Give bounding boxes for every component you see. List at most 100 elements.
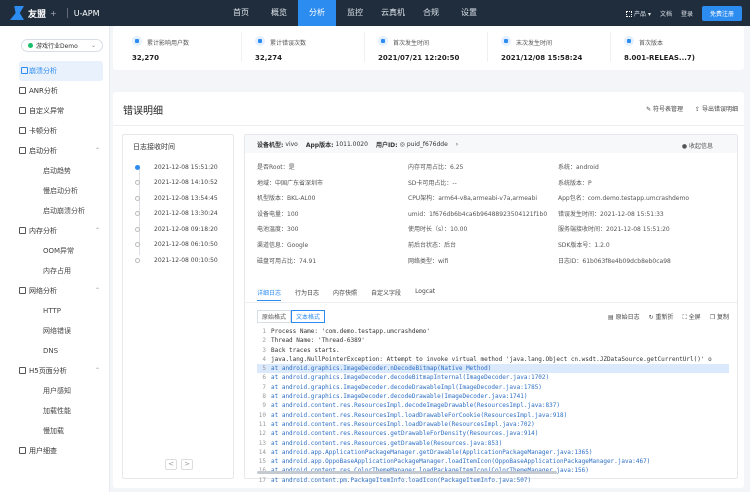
chevron-up-icon[interactable]: ⌃ bbox=[95, 227, 100, 234]
line-number: 15 bbox=[258, 458, 266, 466]
chevron-up-icon[interactable]: ⌃ bbox=[95, 367, 100, 374]
sidebar-item[interactable]: 崩溃分析 bbox=[19, 61, 103, 81]
copy-label: 复制 bbox=[716, 314, 729, 321]
timeline-item[interactable]: 2021-12-08 13:30:24 bbox=[135, 207, 233, 221]
umeng-logo-icon bbox=[10, 6, 24, 20]
timeline-item[interactable]: 2021-12-08 15:51:20 bbox=[135, 160, 233, 174]
stat-divider bbox=[610, 32, 611, 62]
product-name: U-APM bbox=[73, 8, 100, 18]
menu-item-icon bbox=[19, 127, 26, 134]
sidebar-item[interactable]: 慢加载 bbox=[0, 421, 110, 441]
horizontal-scrollbar[interactable] bbox=[257, 471, 557, 474]
sidebar-item[interactable]: 网络错误 bbox=[0, 321, 110, 341]
app-name: 游戏行业Demo bbox=[36, 43, 78, 50]
sidebar-item[interactable]: 启动分析 ⌃ bbox=[0, 141, 110, 161]
nav-link[interactable]: 合规 bbox=[412, 0, 450, 26]
line-number: 9 bbox=[262, 402, 266, 410]
sidebar-item[interactable]: 启动趋势 bbox=[0, 161, 110, 181]
sidebar-item[interactable]: 加载性能 bbox=[0, 401, 110, 421]
sidebar-item[interactable]: 启动崩溃分析 bbox=[0, 201, 110, 221]
code-text: at android.content.res.Resources.getDraw… bbox=[271, 430, 539, 438]
nav-link[interactable]: 监控 bbox=[336, 0, 374, 26]
sidebar-item[interactable]: H5页面分析 ⌃ bbox=[0, 361, 110, 381]
sidebar-item-label: 慢启动分析 bbox=[43, 187, 78, 195]
log-tab[interactable]: 行为日志 bbox=[295, 288, 319, 301]
sidebar-item[interactable]: 内存占用 bbox=[0, 261, 110, 281]
appver-value: 1011.0020 bbox=[335, 140, 368, 148]
brand-divider bbox=[66, 8, 68, 18]
symbol-table-button[interactable]: ✎ 符号表管理 bbox=[646, 104, 683, 113]
nav-link[interactable]: 概览 bbox=[260, 0, 298, 26]
log-tab[interactable]: 内存快照 bbox=[333, 288, 357, 301]
stat-card: 累计错误次数 32,274 bbox=[246, 34, 360, 66]
sidebar-item[interactable]: OOM异常 bbox=[0, 241, 110, 261]
sidebar-menu: 崩溃分析 ANR分析 自定义异常 卡顿分析 启动分析 ⌃ 启动趋势慢启动分析启动崩溃分析 内存… bbox=[0, 61, 110, 461]
prev-page-button[interactable]: < bbox=[165, 459, 177, 470]
sidebar-item[interactable]: 卡顿分析 bbox=[0, 121, 110, 141]
uid-label: 用户ID: bbox=[375, 141, 398, 149]
timeline-item[interactable]: 2021-12-08 14:10:52 bbox=[135, 176, 233, 190]
info-field: 日志ID：61b063f8e4b09dcb8eb0ca98 bbox=[558, 257, 671, 265]
symbol-table-label: 符号表管理 bbox=[653, 106, 684, 113]
sidebar-item[interactable]: 用户细查 bbox=[0, 441, 110, 461]
collapse-info-button[interactable]: ● 收起信息 bbox=[682, 141, 721, 150]
panel-actions: ✎ 符号表管理 ⇪ 导出错误明细 bbox=[646, 104, 738, 113]
timeline-item[interactable]: 2021-12-08 06:10:50 bbox=[135, 238, 233, 252]
code-text: at android.graphics.ImageDecoder.decodeD… bbox=[271, 383, 542, 391]
nav-link[interactable]: 首页 bbox=[222, 0, 260, 26]
info-field: 内存可用占比：6.25 bbox=[408, 164, 464, 171]
code-line: 5 at android.graphics.ImageDecoder.nDeco… bbox=[257, 364, 729, 374]
chevron-right-icon[interactable]: › bbox=[456, 141, 458, 148]
code-text: at android.content.res.ResourcesImpl.loa… bbox=[271, 420, 535, 428]
sidebar-item[interactable]: DNS bbox=[0, 341, 110, 361]
docs-link[interactable]: 文档 bbox=[660, 9, 672, 18]
sidebar-item[interactable]: ANR分析 bbox=[0, 81, 110, 101]
nav-link[interactable]: 分析 bbox=[298, 0, 336, 26]
text-format-button[interactable]: 文本格式 bbox=[291, 310, 326, 323]
top-nav: 友盟 + U-APM 首页 概览 分析 监控 云真机 合规 设置 产品 ▾ 文档 登录 免费… bbox=[0, 0, 750, 26]
sidebar-item[interactable]: 网络分析 ⌃ bbox=[0, 281, 110, 301]
log-tab[interactable]: Logcat bbox=[415, 288, 435, 301]
timeline-item[interactable]: 2021-12-08 00:10:50 bbox=[135, 253, 233, 267]
sidebar-item[interactable]: 慢启动分析 bbox=[0, 181, 110, 201]
trial-button[interactable]: 免费注册 bbox=[701, 5, 742, 21]
brand-logo[interactable]: 友盟 + U-APM bbox=[10, 0, 99, 26]
code-text: at android.content.pm.PackageItemInfo.lo… bbox=[271, 476, 532, 484]
timeline-dot bbox=[135, 257, 140, 263]
raw-format-button[interactable]: 原始格式 bbox=[257, 310, 292, 323]
login-link[interactable]: 登录 bbox=[681, 9, 693, 18]
products-menu[interactable]: 产品 ▾ bbox=[626, 9, 651, 18]
info-field: umid：1f676db6b4ca6b96488923504121f1b0 bbox=[408, 210, 548, 218]
export-button[interactable]: ⇪ 导出错误明细 bbox=[695, 104, 738, 113]
nav-link[interactable]: 设置 bbox=[450, 0, 488, 26]
code-line: 7 at android.graphics.ImageDecoder.decod… bbox=[257, 383, 729, 392]
chevron-up-icon[interactable]: ⌃ bbox=[95, 147, 100, 154]
sidebar-item[interactable]: 自定义异常 bbox=[0, 101, 110, 121]
code-text: at android.app.ApplicationPackageManager… bbox=[271, 448, 593, 456]
products-label: 产品 bbox=[634, 10, 647, 18]
rewrap-button[interactable]: ↻ 重新折 bbox=[649, 312, 674, 322]
chevron-up-icon[interactable]: ⌃ bbox=[95, 287, 100, 294]
log-tab[interactable]: 详细日志 bbox=[257, 288, 281, 301]
app-selector[interactable]: 游戏行业Demo ⌄ bbox=[21, 39, 103, 52]
stat-label: 首次发生时间 bbox=[393, 40, 430, 47]
log-tab[interactable]: 自定义字段 bbox=[371, 288, 401, 301]
log-code-view[interactable]: 1 Process Name: 'com.demo.testapp.umcrash… bbox=[257, 327, 729, 484]
timeline-item[interactable]: 2021-12-08 13:54:45 bbox=[135, 191, 233, 205]
stat-icon bbox=[624, 36, 634, 46]
sidebar-item[interactable]: 用户感知 bbox=[0, 381, 110, 401]
code-line: 6 at android.graphics.ImageDecoder.decod… bbox=[257, 373, 729, 382]
line-number: 13 bbox=[258, 439, 266, 447]
next-page-button[interactable]: > bbox=[181, 459, 193, 470]
sidebar-item[interactable]: 内存分析 ⌃ bbox=[0, 221, 110, 241]
stat-icon bbox=[378, 36, 388, 46]
sidebar-item[interactable]: HTTP bbox=[0, 301, 110, 321]
nav-link[interactable]: 云真机 bbox=[374, 0, 412, 26]
code-text: java.lang.NullPointerException: Attempt … bbox=[271, 355, 712, 363]
timeline-item[interactable]: 2021-12-08 09:18:20 bbox=[135, 222, 233, 236]
sidebar-item-label: 网络错误 bbox=[43, 327, 71, 335]
raw-log-button[interactable]: ▤ 原始日志 bbox=[608, 312, 640, 322]
fullscreen-button[interactable]: ⛶ 全屏 bbox=[683, 312, 701, 322]
stats-bar: 累计影响用户数 32,270 累计错误次数 32,274 首次发生时间 2021/07/2… bbox=[113, 26, 744, 70]
copy-button[interactable]: ❐ 复制 bbox=[710, 312, 729, 322]
